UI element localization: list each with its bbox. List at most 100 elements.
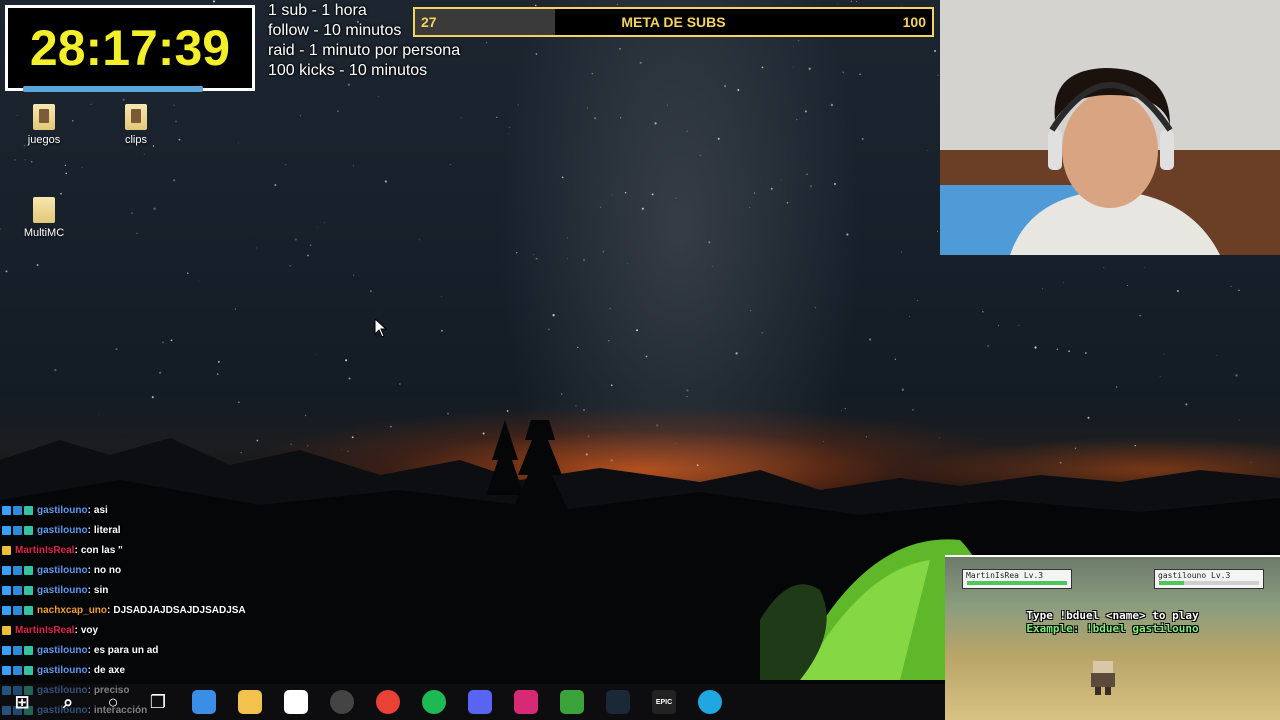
star	[686, 130, 688, 132]
star	[780, 180, 782, 181]
chrome-icon[interactable]	[376, 690, 400, 714]
star	[770, 187, 773, 190]
star	[796, 118, 798, 121]
star	[856, 0, 857, 2]
chat-username[interactable]: gastilouno	[37, 585, 88, 596]
star	[611, 194, 613, 196]
chat-username[interactable]: gastilouno	[37, 665, 88, 676]
star	[370, 290, 372, 292]
desktop-icon-juegos[interactable]: juegos	[9, 104, 79, 146]
star	[798, 39, 800, 42]
star	[485, 41, 488, 44]
windows-taskbar: ⊞ ⌕ ○ ❐ EPIC	[0, 684, 945, 720]
spotify-icon[interactable]	[422, 690, 446, 714]
star	[667, 104, 668, 106]
star	[65, 172, 67, 175]
star	[13, 158, 16, 161]
epic-games-icon[interactable]: EPIC	[652, 690, 676, 714]
star	[686, 389, 689, 392]
goal-target: 100	[902, 14, 926, 30]
star	[998, 325, 999, 327]
player1-level: Lv.3	[1023, 571, 1044, 580]
chat-username[interactable]: gastilouno	[37, 565, 88, 576]
star	[894, 358, 897, 361]
task-view-icon[interactable]: ❐	[146, 690, 170, 714]
steam-icon[interactable]	[606, 690, 630, 714]
star	[749, 309, 752, 312]
chat-username[interactable]: gastilouno	[37, 645, 88, 656]
chat-username[interactable]: nachxcap_uno	[37, 605, 107, 616]
chat-username[interactable]: MartinIsReal	[15, 545, 74, 556]
chat-separator: :	[87, 584, 91, 596]
chat-separator: :	[87, 524, 91, 536]
chat-badge-icon	[13, 665, 22, 675]
chat-badge-icon	[24, 605, 33, 615]
chat-message: gastilouno : asi	[2, 500, 422, 520]
star	[115, 348, 118, 351]
star	[753, 192, 756, 194]
file-explorer-icon[interactable]	[238, 690, 262, 714]
chat-badge-icon	[13, 505, 22, 515]
duel-game-overlay: MartinIsRea Lv.3 gastilouno Lv.3 Type !b…	[945, 555, 1280, 720]
chat-message: nachxcap_uno : DJSADJAJDSAJDJSADJSA	[2, 600, 422, 620]
chat-text: literal	[93, 524, 121, 536]
star	[24, 159, 26, 161]
star	[136, 232, 138, 234]
star	[238, 401, 240, 403]
edge-icon[interactable]	[698, 690, 722, 714]
star	[868, 338, 872, 341]
star	[449, 164, 451, 165]
desktop-icon-label: juegos	[27, 134, 61, 146]
star	[158, 371, 162, 374]
minecraft-icon[interactable]	[560, 690, 584, 714]
chat-separator: :	[87, 504, 91, 516]
cortana-icon[interactable]: ○	[101, 690, 125, 714]
chat-badge-icon	[24, 585, 33, 595]
windows-start-icon[interactable]: ⊞	[10, 690, 34, 714]
star	[441, 295, 443, 297]
star	[534, 4, 537, 7]
star	[792, 66, 794, 68]
star	[708, 241, 711, 244]
duel-instruction: Type !bduel <name> to play	[1026, 609, 1199, 622]
chat-text: con las "	[80, 544, 123, 556]
star	[238, 142, 239, 144]
search-icon[interactable]: ⌕	[56, 690, 80, 714]
obs-icon[interactable]	[330, 690, 354, 714]
star	[1041, 287, 1044, 290]
star	[81, 166, 83, 168]
chat-text: sin	[93, 584, 109, 596]
chat-message: gastilouno : sin	[2, 580, 422, 600]
star	[143, 153, 145, 155]
star	[582, 258, 586, 262]
discord-icon[interactable]	[468, 690, 492, 714]
star	[508, 133, 510, 134]
star	[1018, 325, 1020, 326]
chat-username[interactable]: MartinIsReal	[15, 625, 74, 636]
star	[1127, 285, 1129, 287]
desktop-icon-multimc[interactable]: MultiMC	[9, 197, 79, 239]
star	[212, 0, 216, 3]
star	[1034, 346, 1037, 349]
star	[447, 412, 449, 415]
chat-badge-icon	[24, 645, 33, 655]
chat-username[interactable]: gastilouno	[37, 505, 88, 516]
desktop-icon-clips[interactable]: clips	[101, 104, 171, 146]
instagram-icon[interactable]	[514, 690, 538, 714]
capcut-icon[interactable]	[284, 690, 308, 714]
star	[1103, 267, 1105, 269]
star	[724, 85, 727, 88]
star	[217, 360, 220, 363]
chat-username[interactable]: gastilouno	[37, 525, 88, 536]
star	[602, 250, 605, 253]
star	[1116, 386, 1118, 388]
star	[639, 61, 642, 64]
star	[324, 222, 325, 224]
microsoft-store-icon[interactable]	[192, 690, 216, 714]
star	[861, 137, 864, 141]
star	[610, 384, 613, 387]
star	[804, 110, 807, 113]
star	[830, 103, 834, 107]
chat-text: asi	[93, 504, 108, 516]
star	[912, 409, 914, 411]
